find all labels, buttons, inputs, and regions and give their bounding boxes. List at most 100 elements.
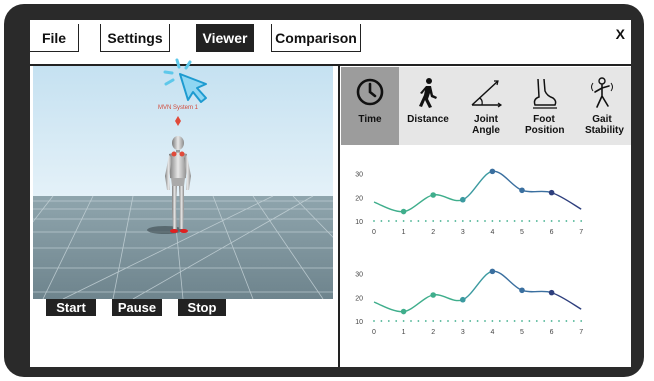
chart-2: 10 20 30 0 1 2 3 4 5 6 7 (355, 268, 583, 336)
baseline-dot (402, 320, 405, 322)
charts-area: 10 20 30 0 1 2 3 4 5 6 7 10 20 30 0 1 2 3 4 5 6 7 (341, 145, 631, 367)
x-tick-label: 2 (431, 229, 435, 236)
baseline-dot (476, 220, 479, 222)
baseline-dot (521, 320, 523, 322)
baseline-dot (558, 220, 560, 222)
y-tick-label: 10 (355, 319, 363, 326)
baseline-dot (572, 220, 575, 222)
series-line-segment (403, 194, 434, 213)
y-tick-label: 30 (355, 272, 363, 279)
series-line-segment (551, 291, 582, 310)
metric-gait-stability-button[interactable]: Gait Stability (573, 67, 631, 145)
metric-foot-position-button[interactable]: Foot Position (515, 67, 573, 145)
stop-button[interactable]: Stop (178, 299, 226, 316)
y-tick-label: 10 (355, 219, 363, 226)
metric-distance-label: Distance (407, 114, 449, 125)
x-tick-label: 4 (490, 229, 494, 236)
baseline-dot (469, 220, 472, 222)
metric-foot-position-label: Foot Position (525, 114, 565, 136)
y-tick-label: 20 (355, 195, 363, 202)
close-button[interactable]: X (616, 26, 625, 42)
angle-icon (471, 80, 503, 108)
baseline-dot (498, 220, 501, 222)
data-point (548, 189, 555, 196)
baseline-dot (491, 220, 494, 222)
baseline-dot (387, 320, 390, 322)
x-tick-label: 1 (402, 329, 406, 336)
metric-gait-stability-label: Gait Stability (585, 114, 624, 136)
baseline-dot (565, 320, 568, 322)
series-line-segment (521, 189, 552, 194)
baseline-dot (380, 220, 383, 222)
baseline-dot (417, 320, 420, 322)
baseline-dot (550, 220, 553, 222)
x-tick-label: 0 (372, 229, 376, 236)
x-tick-label: 5 (520, 229, 524, 236)
pause-button[interactable]: Pause (112, 299, 162, 316)
x-tick-label: 6 (550, 229, 554, 236)
x-tick-label: 7 (579, 229, 583, 236)
playback-controls: Start Pause Stop (30, 299, 338, 367)
analysis-panel: Time Distance Joint Angle Foot Position … (341, 67, 631, 367)
baseline-dot (447, 320, 449, 322)
baseline-dot (402, 220, 405, 222)
baseline-dot (454, 220, 457, 222)
start-button[interactable]: Start (46, 299, 96, 316)
series-line-segment (492, 270, 523, 291)
tab-settings[interactable]: Settings (100, 24, 170, 52)
metric-joint-angle-button[interactable]: Joint Angle (457, 67, 515, 145)
tab-viewer[interactable]: Viewer (196, 24, 254, 52)
cursor-pointer-icon (163, 58, 207, 103)
x-tick-label: 5 (520, 329, 524, 336)
series-line-segment (373, 301, 404, 313)
baseline-dot (387, 220, 390, 222)
metric-time-button[interactable]: Time (341, 67, 399, 145)
series-line-segment (433, 294, 464, 302)
baseline-dot (543, 220, 546, 222)
baseline-dot (432, 320, 435, 322)
data-point (489, 168, 496, 175)
metric-time-label: Time (358, 114, 382, 125)
menu-bar: File Settings Viewer Comparison X (30, 20, 631, 66)
baseline-dot (439, 320, 442, 322)
x-tick-label: 3 (461, 329, 465, 336)
line-charts: 10 20 30 0 1 2 3 4 5 6 7 10 20 30 0 1 2 3 4 5 6 7 (355, 168, 583, 336)
tab-file[interactable]: File (30, 24, 79, 52)
baseline-dot (447, 220, 449, 222)
x-tick-label: 0 (372, 329, 376, 336)
foot-icon (533, 78, 557, 109)
data-point (489, 268, 496, 275)
baseline-dot (395, 320, 398, 322)
baseline-dot (424, 320, 427, 322)
baseline-dot (498, 320, 501, 322)
baseline-dot (461, 320, 464, 322)
baseline-dot (454, 320, 457, 322)
panel-divider (338, 64, 340, 367)
tab-comparison[interactable]: Comparison (271, 24, 361, 52)
x-tick-label: 6 (550, 329, 554, 336)
x-tick-label: 4 (490, 329, 494, 336)
series-line-segment (433, 194, 464, 202)
data-point (519, 187, 525, 194)
baseline-dot (439, 220, 442, 222)
baseline-dot (484, 320, 486, 322)
y-tick-label: 20 (355, 295, 363, 302)
series-line-segment (462, 270, 493, 301)
baseline-dot (580, 220, 583, 222)
baseline-dot (558, 320, 560, 322)
y-tick-label: 30 (355, 172, 363, 179)
baseline-dot (432, 220, 435, 222)
baseline-dot (535, 220, 538, 222)
baseline-dot (580, 320, 583, 322)
baseline-dot (395, 220, 398, 222)
baseline-dot (572, 320, 575, 322)
metric-toolbar: Time Distance Joint Angle Foot Position … (341, 67, 631, 145)
baseline-dot (550, 320, 553, 322)
baseline-dot (424, 220, 427, 222)
baseline-dot (476, 320, 479, 322)
metric-distance-button[interactable]: Distance (399, 67, 457, 145)
baseline-dot (543, 320, 546, 322)
baseline-dot (528, 220, 531, 222)
baseline-dot (373, 220, 375, 222)
baseline-dot (565, 220, 568, 222)
